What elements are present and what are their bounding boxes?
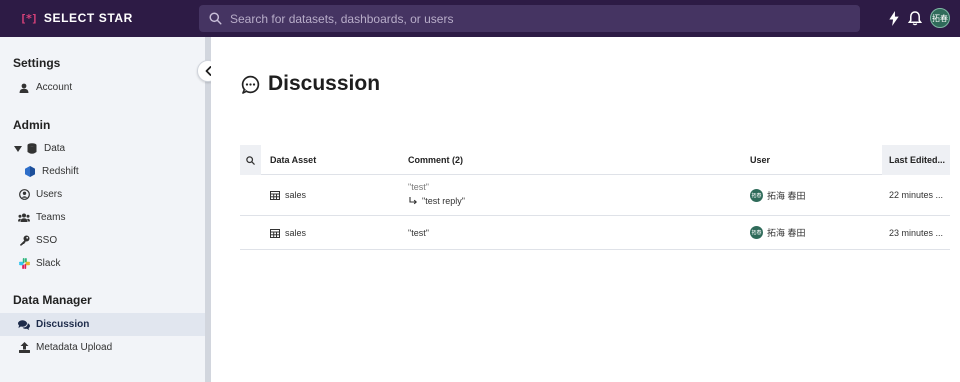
column-header-user[interactable]: User <box>750 155 770 165</box>
sidebar-item-label: Users <box>36 189 63 200</box>
sidebar-item-label: SSO <box>36 235 58 246</box>
comment-dots-icon <box>241 75 260 94</box>
logo-mark: [*] <box>20 11 38 25</box>
sidebar-item-label: Redshift <box>42 166 79 177</box>
page-title-text: Discussion <box>268 72 381 95</box>
sidebar-item-data[interactable]: Data <box>0 137 205 160</box>
caret-down-icon[interactable] <box>14 145 22 152</box>
section-title-admin: Admin <box>13 118 51 132</box>
sidebar-item-label: Metadata Upload <box>36 342 113 353</box>
sidebar-item-metadata-upload[interactable]: Metadata Upload <box>0 336 205 359</box>
sidebar-item-redshift[interactable]: Redshift <box>0 160 205 183</box>
sidebar-item-label: Account <box>36 82 73 93</box>
upload-icon <box>18 342 30 353</box>
search-icon <box>209 12 222 25</box>
sidebar-item-label: Data <box>44 143 66 154</box>
user-cell[interactable]: 拓春 拓海 春田 <box>750 189 806 202</box>
table-row[interactable]: sales "test" "test reply" 拓春 拓海 春田 22 mi… <box>240 175 950 216</box>
redshift-icon <box>25 166 35 177</box>
logo-text: SELECT STAR <box>43 11 133 25</box>
reply-text: "test reply" <box>422 196 465 206</box>
avatar: 拓春 <box>750 189 763 202</box>
lightning-icon[interactable] <box>888 10 900 26</box>
comment-text[interactable]: "test" <box>408 228 429 238</box>
reply[interactable]: "test reply" <box>409 196 465 206</box>
section-title-data-manager: Data Manager <box>13 293 92 307</box>
avatar: 拓春 <box>750 226 763 239</box>
asset-cell[interactable]: sales <box>270 190 306 200</box>
sidebar-item-label: Slack <box>36 258 61 269</box>
asset-name: sales <box>285 228 307 238</box>
slack-icon <box>18 258 30 269</box>
table-search-button[interactable] <box>240 145 261 175</box>
app-logo[interactable]: [*] SELECT STAR <box>20 11 133 25</box>
user-avatar[interactable]: 拓春 <box>930 8 950 28</box>
database-icon <box>27 143 37 154</box>
discussion-table: Data Asset Comment (2) User Last Edited.… <box>240 145 950 250</box>
last-edited-cell: 22 minutes ... <box>889 190 944 200</box>
top-bar: [*] SELECT STAR 拓春 <box>0 0 960 37</box>
sidebar-item-users[interactable]: Users <box>0 183 205 206</box>
last-edited-cell: 23 minutes ... <box>889 228 944 238</box>
column-header-last-edited[interactable]: Last Edited... <box>882 145 950 175</box>
section-title-settings: Settings <box>13 56 61 70</box>
sidebar-item-account[interactable]: Account <box>0 76 205 99</box>
sidebar: Settings Account Admin Data Redshift Use… <box>0 37 205 382</box>
user-name: 拓海 春田 <box>767 191 806 201</box>
sidebar-item-sso[interactable]: SSO <box>0 229 205 252</box>
sidebar-item-discussion[interactable]: Discussion <box>0 313 205 336</box>
search-icon <box>246 155 255 165</box>
user-circle-icon <box>18 189 30 200</box>
sidebar-item-slack[interactable]: Slack <box>0 252 205 275</box>
page-title: Discussion <box>241 72 380 96</box>
user-icon <box>19 83 29 93</box>
bell-icon[interactable] <box>908 10 922 26</box>
search-input[interactable] <box>230 11 830 26</box>
user-cell[interactable]: 拓春 拓海 春田 <box>750 226 806 239</box>
main-content: Discussion Data Asset Comment (2) User L… <box>211 37 960 382</box>
column-header-comment[interactable]: Comment (2) <box>408 155 463 165</box>
global-search[interactable] <box>199 5 860 32</box>
asset-cell[interactable]: sales <box>270 228 306 238</box>
sidebar-item-label: Teams <box>36 212 66 223</box>
team-icon <box>18 213 30 222</box>
user-name: 拓海 春田 <box>767 228 806 238</box>
reply-arrow-icon <box>409 197 417 205</box>
asset-name: sales <box>285 190 307 200</box>
table-header: Data Asset Comment (2) User Last Edited.… <box>240 145 950 175</box>
key-icon <box>19 235 29 246</box>
sidebar-item-label: Discussion <box>36 319 90 330</box>
comment-text: "test" <box>408 182 429 192</box>
table-row[interactable]: sales "test" 拓春 拓海 春田 23 minutes ... <box>240 216 950 250</box>
table-icon <box>270 190 280 200</box>
column-header-data-asset[interactable]: Data Asset <box>270 155 316 165</box>
comment-cell[interactable]: "test" "test reply" <box>408 182 465 206</box>
comments-icon <box>18 319 30 330</box>
sidebar-item-teams[interactable]: Teams <box>0 206 205 229</box>
table-icon <box>270 228 280 238</box>
